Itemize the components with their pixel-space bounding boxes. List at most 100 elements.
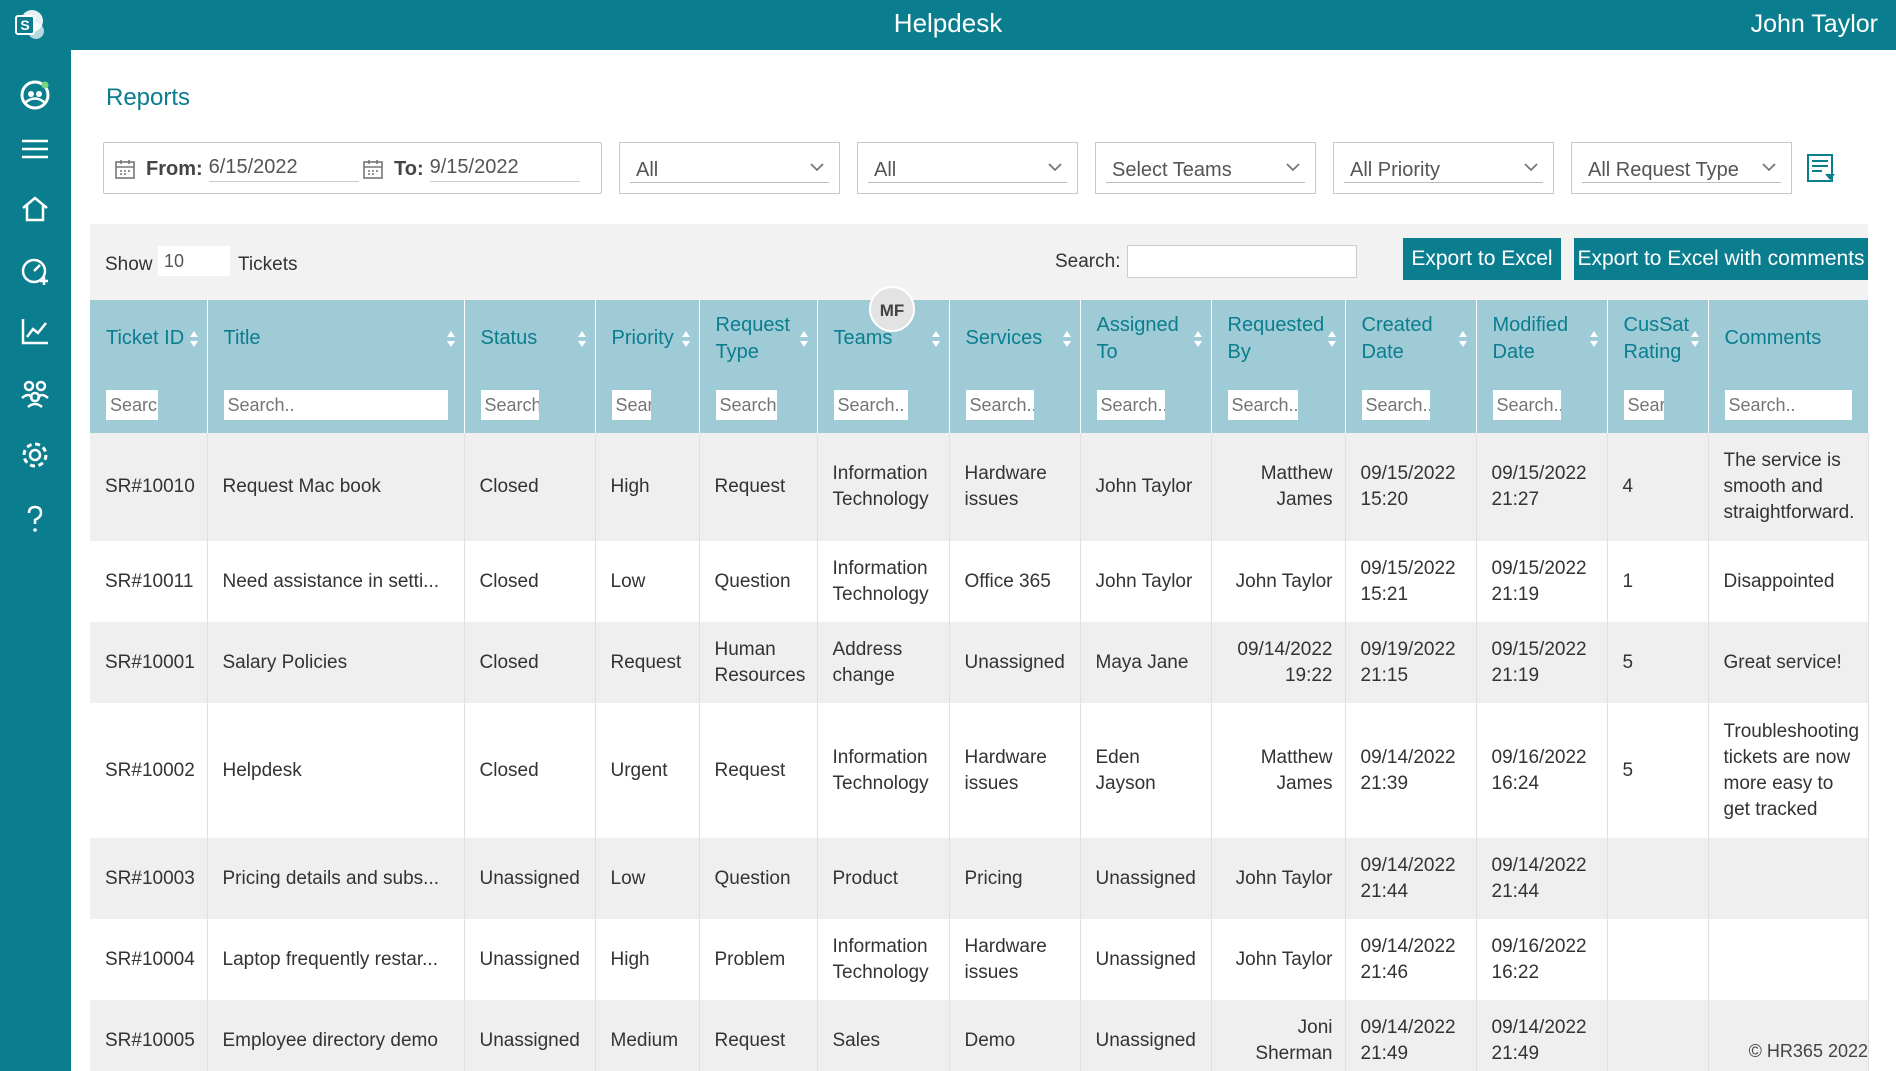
column-search-input[interactable]: [611, 390, 651, 420]
priority-all-select[interactable]: All: [857, 142, 1078, 194]
table-cell[interactable]: SR#10010: [90, 433, 208, 541]
cell-text: Question: [714, 570, 791, 592]
sort-icon[interactable]: [1062, 328, 1072, 350]
column-header[interactable]: Requested By: [1211, 300, 1346, 377]
column-search-input[interactable]: [833, 390, 908, 420]
request-type-select[interactable]: All Request Type: [1571, 142, 1792, 194]
cell-text: Unassigned: [479, 1029, 580, 1051]
column-search-input[interactable]: [1096, 390, 1166, 420]
export-excel-comments-button[interactable]: Export to Excel with comments: [1574, 238, 1868, 280]
table-cell: 1: [1607, 541, 1709, 622]
cell-text: Employee directory demo: [222, 1029, 438, 1051]
table-cell: Unassigned: [949, 622, 1081, 703]
table-row[interactable]: SR#10010 Request Mac book Closed High Reques…: [90, 433, 1869, 541]
home-icon[interactable]: [14, 188, 56, 230]
cell-text: SR#10010: [105, 476, 195, 497]
sort-icon[interactable]: [799, 328, 809, 350]
column-header[interactable]: Title: [207, 300, 465, 377]
table-cell[interactable]: SR#10005: [90, 1000, 208, 1071]
table-cell[interactable]: SR#10004: [90, 919, 208, 1000]
column-search-input[interactable]: [1492, 390, 1562, 420]
table-row[interactable]: SR#10004 Laptop frequently restar... Unass…: [90, 919, 1869, 1000]
report-filter-icon[interactable]: [1805, 152, 1839, 186]
menu-icon[interactable]: [14, 128, 56, 170]
cell-text: John Taylor: [1235, 948, 1333, 970]
from-date-value[interactable]: 6/15/2022: [208, 156, 359, 182]
teams-select[interactable]: Select Teams: [1095, 142, 1316, 194]
table-cell[interactable]: Request Mac book: [207, 433, 465, 541]
column-search-input[interactable]: [106, 390, 159, 420]
team-icon[interactable]: [14, 74, 56, 116]
table-cell[interactable]: Helpdesk: [207, 703, 465, 838]
column-search-input[interactable]: [715, 390, 777, 420]
column-search-input[interactable]: [1724, 390, 1852, 420]
column-search-input[interactable]: [1623, 390, 1665, 420]
avatar[interactable]: MF: [869, 286, 915, 332]
column-header[interactable]: Assigned To: [1080, 300, 1212, 377]
table-cell: 09/14/2022 21:46: [1345, 919, 1477, 1000]
table-row[interactable]: SR#10001 Salary Policies Closed Request Huma…: [90, 622, 1869, 703]
table-cell[interactable]: Laptop frequently restar...: [207, 919, 465, 1000]
dashboard-icon[interactable]: [14, 250, 56, 292]
chart-icon[interactable]: [14, 310, 56, 352]
column-header[interactable]: Modified Date: [1476, 300, 1608, 377]
table-cell[interactable]: Pricing details and subs...: [207, 838, 465, 919]
table-cell: Sales: [817, 1000, 950, 1071]
table-cell[interactable]: SR#10011: [90, 541, 208, 622]
search-input[interactable]: [1127, 245, 1357, 278]
column-search-input[interactable]: [223, 390, 448, 420]
column-header[interactable]: Priority: [595, 300, 700, 377]
to-date-value[interactable]: 9/15/2022: [429, 156, 580, 182]
column-header[interactable]: Status: [464, 300, 596, 377]
table-row[interactable]: SR#10003 Pricing details and subs... Unass…: [90, 838, 1869, 919]
sort-icon[interactable]: [1193, 328, 1203, 350]
user-name[interactable]: John Taylor: [1751, 0, 1878, 48]
column-header[interactable]: CusSat Rating: [1607, 300, 1709, 377]
export-excel-button[interactable]: Export to Excel: [1403, 238, 1561, 280]
table-row[interactable]: SR#10011 Need assistance in setti... Close…: [90, 541, 1869, 622]
sort-icon[interactable]: [446, 328, 456, 350]
column-search-input[interactable]: [965, 390, 1035, 420]
cell-text: 09/15/2022 21:27: [1491, 463, 1587, 510]
help-icon[interactable]: [14, 498, 56, 540]
column-header[interactable]: Comments: [1708, 300, 1869, 377]
priority-select[interactable]: All Priority: [1333, 142, 1554, 194]
table-row[interactable]: SR#10005 Employee directory demo Unassigne…: [90, 1000, 1869, 1071]
table-row[interactable]: SR#10002 Helpdesk Closed Urgent Request Infor…: [90, 703, 1869, 838]
cell-text: Office 365: [964, 570, 1051, 592]
from-date[interactable]: From: 6/15/2022: [114, 152, 359, 186]
column-header[interactable]: Request Type: [699, 300, 818, 377]
column-search-input[interactable]: [480, 390, 540, 420]
table-cell: High: [595, 433, 700, 541]
table-body: SR#10010 Request Mac book Closed High Reques…: [90, 433, 1869, 1071]
table-cell[interactable]: Salary Policies: [207, 622, 465, 703]
to-date[interactable]: To: 9/15/2022: [362, 152, 580, 186]
cell-text: Laptop frequently restar...: [222, 948, 438, 970]
column-header[interactable]: Created Date: [1345, 300, 1477, 377]
table-cell[interactable]: SR#10002: [90, 703, 208, 838]
sort-icon[interactable]: [681, 328, 691, 350]
cell-text: SR#10011: [105, 570, 194, 592]
sort-icon[interactable]: [189, 328, 199, 350]
date-range-picker[interactable]: From: 6/15/2022 To: 9/15/2022: [103, 142, 602, 194]
sort-icon[interactable]: [1327, 328, 1337, 350]
column-search-input[interactable]: [1361, 390, 1431, 420]
status-filter-select[interactable]: All: [619, 142, 840, 194]
column-search-input[interactable]: [1227, 390, 1299, 420]
sort-icon[interactable]: [1458, 328, 1468, 350]
sort-icon[interactable]: [1589, 328, 1599, 350]
column-header[interactable]: Services: [949, 300, 1081, 377]
sort-icon[interactable]: [1690, 328, 1700, 350]
table-cell[interactable]: Need assistance in setti...: [207, 541, 465, 622]
users-icon[interactable]: [14, 372, 56, 414]
table-cell[interactable]: SR#10001: [90, 622, 208, 703]
cell-text: Hardware issues: [964, 463, 1047, 510]
page-size-input[interactable]: [158, 246, 230, 276]
column-header[interactable]: Ticket ID: [90, 300, 208, 377]
settings-icon[interactable]: [14, 434, 56, 476]
table-cell[interactable]: Employee directory demo: [207, 1000, 465, 1071]
cell-text: Request Mac book: [222, 476, 381, 497]
table-cell[interactable]: SR#10003: [90, 838, 208, 919]
sort-icon[interactable]: [931, 328, 941, 350]
sort-icon[interactable]: [577, 328, 587, 350]
